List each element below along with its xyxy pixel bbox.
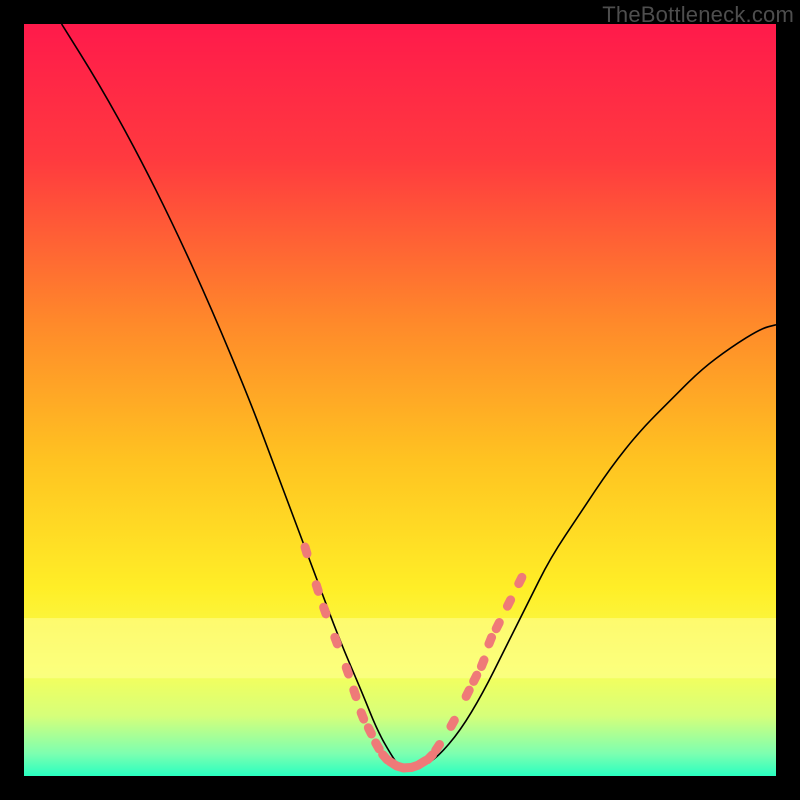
chart-svg [24, 24, 776, 776]
highlight-band [24, 618, 776, 678]
chart-frame [24, 24, 776, 776]
watermark-text: TheBottleneck.com [602, 2, 794, 28]
